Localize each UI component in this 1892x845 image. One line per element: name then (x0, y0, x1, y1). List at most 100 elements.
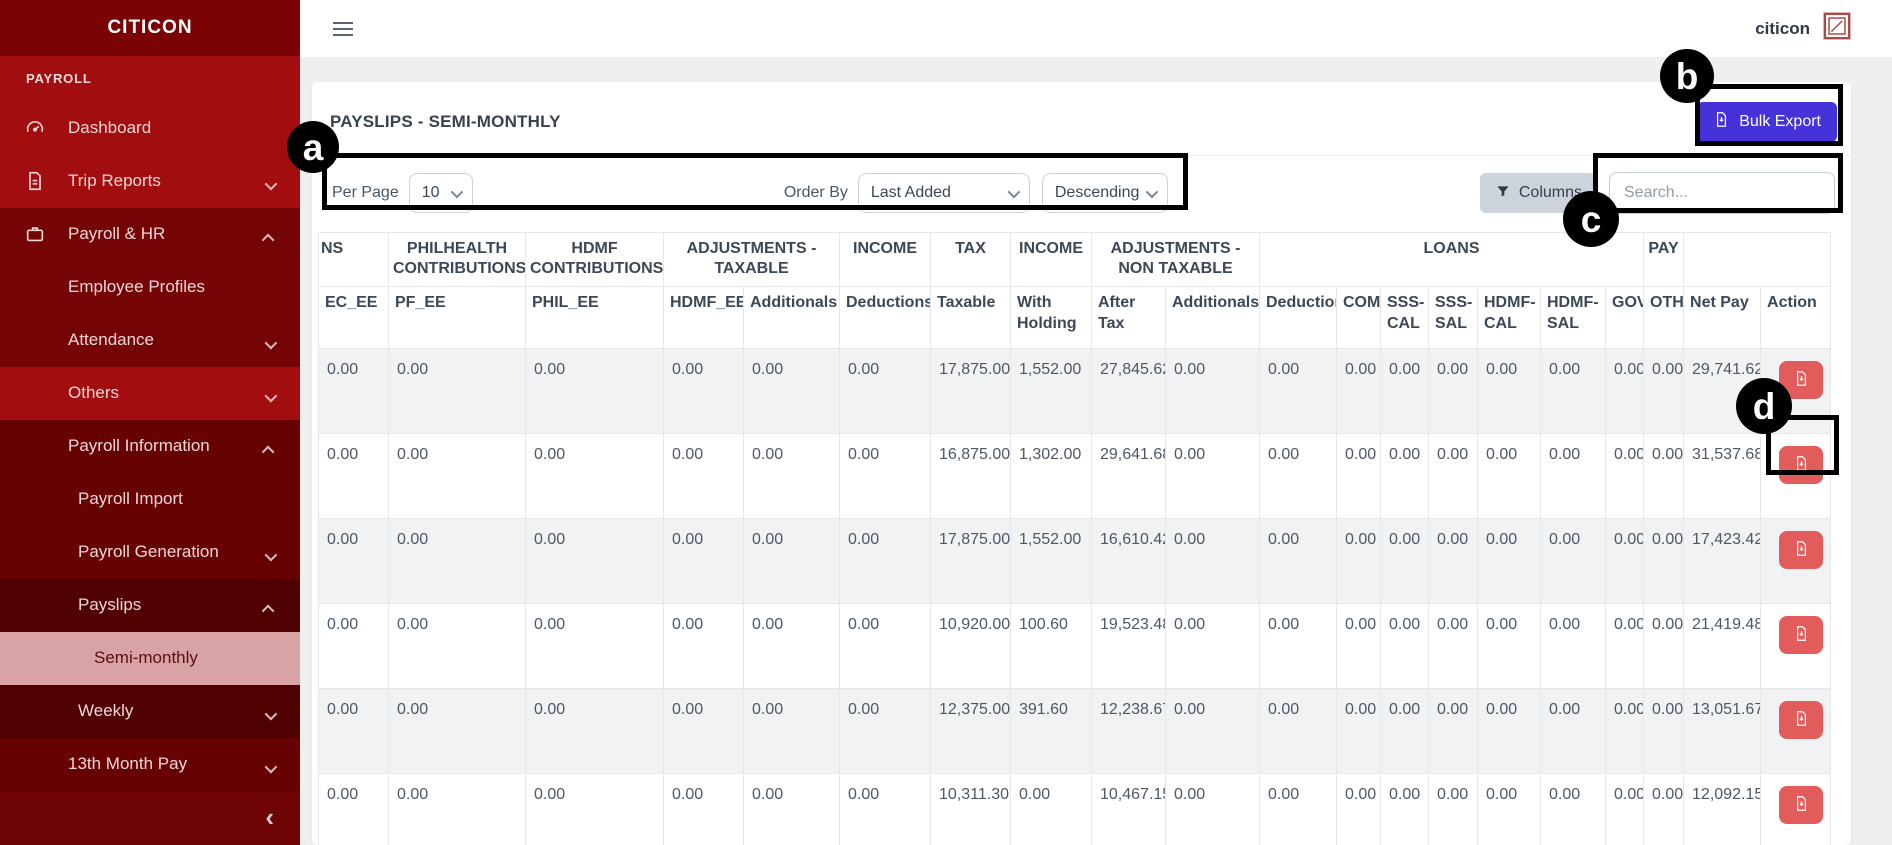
sidebar-item-payroll-import[interactable]: Payroll Import (0, 472, 300, 526)
chevron-up-icon (261, 604, 275, 618)
table-cell: 0.00 (839, 348, 931, 434)
table-column-header: PF_EE (388, 286, 526, 349)
table-wrapper: NS PHILHEALTH CONTRIBUTIONS HDMF CONTRIBUT… (312, 232, 1851, 845)
row-export-button[interactable] (1779, 701, 1824, 739)
table-cell: 17,423.42 (1683, 518, 1762, 604)
table-cell: 1,552.00 (1010, 518, 1092, 604)
table-cell: 0.00 (1643, 603, 1685, 689)
sidebar-item-semi-monthly[interactable]: Semi-monthly (0, 631, 300, 685)
sidebar-item-payroll-generation[interactable]: Payroll Generation (0, 525, 300, 579)
table-cell: 0.00 (525, 773, 664, 845)
table-cell: 0.00 (743, 603, 840, 689)
table-cell: 0.00 (1336, 433, 1381, 519)
sidebar-item-payslips[interactable]: Payslips (0, 578, 300, 632)
table-group-header: TAX (930, 232, 1011, 287)
table-column-header: Deductions (1259, 286, 1337, 349)
table-cell: 0.00 (1604, 688, 1645, 774)
table-group-header: PAY (1643, 232, 1685, 287)
table-cell: 10,311.30 (930, 773, 1011, 845)
table-cell: 0.00 (1477, 688, 1541, 774)
per-page-label: Per Page (332, 184, 399, 201)
sidebar-item-payroll-information[interactable]: Payroll Information (0, 419, 300, 473)
table-cell: 0.00 (1336, 773, 1381, 845)
table-cell: 0.00 (1336, 688, 1381, 774)
table-row: 0.00 0.00 0.00 0.00 0.00 0.00 17,875.00 1,552.0… (318, 348, 1832, 434)
card-header: PAYSLIPS - SEMI-MONTHLY Bulk Export (312, 82, 1851, 155)
table-cell: 0.00 (318, 518, 389, 604)
table-cell: 0.00 (1165, 688, 1260, 774)
table-cell: 0.00 (525, 688, 664, 774)
table-cell: 0.00 (1165, 773, 1260, 845)
sidebar-collapse-bar[interactable]: ‹ (0, 790, 300, 845)
table-group-header: ADJUSTMENTS - TAXABLE (663, 232, 840, 287)
table-group-header: LOANS (1258, 232, 1645, 287)
per-page-select[interactable]: 10 (408, 173, 473, 213)
chevron-down-icon (264, 760, 278, 774)
table-cell: 0.00 (1604, 518, 1645, 604)
row-export-button[interactable] (1779, 361, 1824, 399)
table-column-header: HDMF-CAL (1477, 286, 1541, 349)
row-export-button[interactable] (1779, 446, 1824, 484)
table-cell: 31,537.68 (1683, 433, 1762, 519)
table-row: 0.00 0.00 0.00 0.00 0.00 0.00 10,920.00 100.60 1… (318, 603, 1832, 689)
sidebar-item-dashboard[interactable]: Dashboard (0, 101, 300, 155)
menu-toggle-icon[interactable] (333, 18, 353, 40)
table-column-header: Taxable (930, 286, 1011, 349)
table-cell: 0.00 (318, 773, 389, 845)
table-column-header: Additionals (1165, 286, 1260, 349)
row-export-button[interactable] (1779, 531, 1824, 569)
table-cell: 0.00 (1604, 348, 1645, 434)
table-cell: 0.00 (1259, 773, 1337, 845)
sidebar-item-label: Attendance (68, 330, 155, 350)
sidebar-item-trip-reports[interactable]: Trip Reports (0, 154, 300, 208)
briefcase-icon (24, 223, 46, 245)
table-cell: 0.00 (743, 773, 840, 845)
user-name: citicon (1755, 18, 1810, 38)
table-group-header: INCOME (1010, 232, 1092, 287)
table-cell: 0.00 (388, 773, 526, 845)
order-field-select[interactable]: Last Added (857, 173, 1030, 213)
file-download-icon (1793, 370, 1810, 390)
sidebar-item-13th-month-pay[interactable]: 13th Month Pay (0, 737, 300, 791)
table-cell: 0.00 (1604, 603, 1645, 689)
table-cell: 0.00 (1604, 773, 1645, 845)
table-cell: 0.00 (663, 773, 744, 845)
row-export-button[interactable] (1779, 616, 1824, 654)
table-column-header: HDMF_EE (663, 286, 744, 349)
columns-button[interactable]: Columns (1479, 173, 1597, 213)
table-cell: 0.00 (1336, 518, 1381, 604)
table-cell: 0.00 (1604, 433, 1645, 519)
table-column-header: COM (1336, 286, 1381, 349)
table-cell: 17,875.00 (930, 348, 1011, 434)
company-logo-icon[interactable] (1822, 11, 1852, 46)
table-column-header: GOV (1604, 286, 1645, 349)
table-column-header: SSS-SAL (1428, 286, 1478, 349)
table-action-cell (1760, 773, 1832, 845)
sidebar-item-attendance[interactable]: Attendance (0, 313, 300, 367)
table-cell: 0.00 (1380, 518, 1429, 604)
table-column-header: OTH (1643, 286, 1685, 349)
order-direction-select[interactable]: Descending (1041, 173, 1168, 213)
table-cell: 0.00 (839, 518, 931, 604)
table-row: 0.00 0.00 0.00 0.00 0.00 0.00 12,375.00 391.60 1… (318, 688, 1832, 774)
table-cell: 0.00 (839, 688, 931, 774)
table-cell: 1,552.00 (1010, 348, 1092, 434)
sidebar-item-payroll-hr[interactable]: Payroll & HR (0, 207, 300, 261)
table-cell: 12,092.15 (1683, 773, 1762, 845)
row-export-button[interactable] (1779, 786, 1824, 824)
table-group-header: INCOME (839, 232, 931, 287)
table-cell: 0.00 (1540, 603, 1606, 689)
table-cell: 0.00 (663, 603, 744, 689)
table-column-header: With Holding (1010, 286, 1092, 349)
table-cell: 0.00 (1428, 348, 1478, 434)
table-cell: 19,523.48 (1091, 603, 1166, 689)
sidebar-item-weekly[interactable]: Weekly (0, 684, 300, 738)
chevron-left-icon[interactable]: ‹ (265, 802, 274, 833)
sidebar-item-employee-profiles[interactable]: Employee Profiles (0, 260, 300, 314)
table-controls: Per Page 10 Order By Last Added Descendi… (312, 155, 1851, 232)
search-input[interactable] (1609, 172, 1835, 214)
table-cell: 29,741.62 (1683, 348, 1762, 434)
bulk-export-button[interactable]: Bulk Export (1697, 102, 1837, 142)
sidebar-item-others[interactable]: Others (0, 366, 300, 420)
table-cell: 16,610.42 (1091, 518, 1166, 604)
